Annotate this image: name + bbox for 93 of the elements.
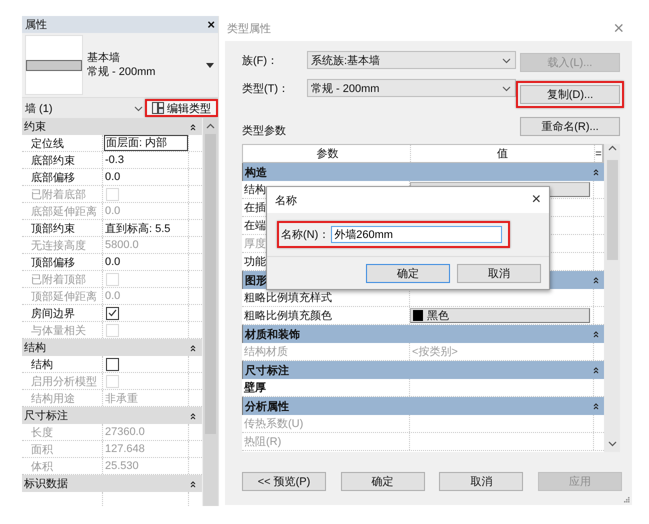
collapse-icon: [190, 480, 196, 488]
chevron-down-icon: [502, 84, 511, 92]
parameter-name: 结构材质: [242, 343, 410, 360]
dialog-button[interactable]: 取消: [439, 472, 524, 491]
dialog-button[interactable]: 重命名(R)...: [520, 117, 620, 136]
property-value: 127.648: [104, 443, 145, 455]
parameter-value: <按类别>: [411, 345, 458, 359]
property-value: 25.530: [104, 460, 139, 472]
chevron-down-icon: [502, 56, 511, 64]
property-label: 结构用途: [24, 390, 103, 406]
panel-title: 属性: [25, 18, 47, 32]
property-value: 0.0: [104, 205, 120, 217]
column-header[interactable]: =: [595, 145, 603, 162]
property-value: 非承重: [104, 392, 138, 406]
name-input[interactable]: 外墙260mm: [331, 226, 502, 243]
close-button[interactable]: ×: [207, 18, 215, 31]
color-button[interactable]: 黑色: [410, 308, 590, 323]
parameter-name: 传热系数(U): [242, 415, 410, 432]
close-button[interactable]: ×: [613, 18, 624, 39]
collapse-icon: [190, 412, 196, 420]
group-title[interactable]: 尺寸标注: [245, 362, 289, 378]
property-value: 27360.0: [104, 426, 145, 438]
group-title[interactable]: 图形: [245, 272, 267, 288]
section-label: 类型参数: [242, 124, 287, 138]
edit-type-button[interactable]: 编辑类型: [145, 99, 218, 117]
collapse-icon: [190, 344, 196, 352]
scroll-thumb[interactable]: [606, 160, 618, 260]
value-field[interactable]: 面层面: 内部: [104, 135, 188, 151]
dialog-button[interactable]: 复制(D)...: [520, 85, 620, 104]
scroll-down-icon: [608, 440, 616, 448]
checkbox[interactable]: [106, 358, 119, 370]
dialog-button[interactable]: 确定: [366, 264, 450, 282]
property-label: 结构: [24, 356, 103, 372]
group-title[interactable]: 构造: [245, 164, 267, 180]
property-label: 长度: [24, 424, 103, 440]
dialog-button[interactable]: << 预览(P): [242, 472, 326, 491]
type-family-name: 基本墙: [87, 51, 121, 65]
property-label: 底部偏移: [24, 169, 103, 185]
check-icon: [108, 309, 117, 317]
parameter-name: 壁厚: [242, 379, 410, 396]
property-value: 5800.0: [104, 239, 139, 251]
property-value: -0.3: [104, 154, 124, 166]
property-label: 已附着底部: [24, 186, 103, 202]
property-label: 底部延伸距离: [24, 203, 103, 219]
close-button[interactable]: ×: [532, 191, 541, 209]
field-label: 族(F)：: [242, 54, 280, 68]
resize-grip-icon: [624, 497, 630, 503]
property-label: 体积: [24, 458, 103, 474]
property-label: 已附着顶部: [24, 271, 103, 287]
property-value: 0.0: [104, 256, 120, 268]
instance-selector[interactable]: 墙 (1): [22, 99, 145, 117]
property-label: 房间边界: [24, 305, 103, 321]
family-dropdown[interactable]: 系统族:基本墙: [307, 51, 516, 69]
property-label: 定位线: [24, 135, 103, 151]
group-title[interactable]: 材质和装饰: [245, 326, 300, 342]
property-label: 与体量相关: [24, 322, 103, 338]
edit-type-icon: [152, 102, 164, 114]
property-label: 顶部偏移: [24, 254, 103, 270]
column-header[interactable]: 值: [411, 145, 595, 162]
property-label: 无连接高度: [24, 237, 103, 253]
type-name: 常规 - 200mm: [87, 65, 156, 79]
scroll-up-icon: [206, 122, 215, 130]
dropdown-arrow-icon: [206, 62, 214, 68]
group-title[interactable]: 分析属性: [245, 398, 289, 414]
collapse-icon: [593, 402, 599, 410]
collapse-icon: [593, 330, 599, 338]
group-title[interactable]: 约束: [24, 119, 46, 134]
property-label: 启用分析模型: [24, 373, 103, 389]
scrollbar[interactable]: [202, 118, 218, 506]
collapse-icon: [593, 276, 599, 284]
dialog-button[interactable]: 确定: [340, 472, 425, 491]
dialog-button[interactable]: 取消: [457, 264, 541, 282]
property-label: 顶部延伸距离: [24, 288, 103, 304]
column-header[interactable]: 参数: [243, 145, 411, 162]
checkbox[interactable]: [106, 306, 119, 320]
property-value: 直到标高: 5.5: [104, 222, 170, 236]
type-dropdown[interactable]: 常规 - 200mm: [307, 79, 516, 97]
property-label: 顶部约束: [24, 220, 103, 236]
collapse-icon: [593, 366, 599, 374]
property-label: 底部约束: [24, 152, 103, 168]
selector-text: 墙 (1): [25, 102, 52, 116]
collapse-icon: [593, 168, 599, 176]
property-label: 面积: [24, 441, 103, 457]
group-title[interactable]: 结构: [24, 340, 46, 355]
property-value: 0.0: [104, 290, 120, 302]
property-value: 0.0: [104, 171, 120, 183]
collapse-icon: [190, 122, 196, 130]
scrollbar[interactable]: [604, 144, 620, 452]
field-label: 类型(T)：: [242, 82, 290, 96]
dialog-title: 类型属性: [227, 22, 271, 36]
scroll-up-icon: [608, 144, 616, 152]
parameter-name: 热阻(R): [242, 433, 410, 450]
chevron-down-icon: [134, 104, 143, 112]
